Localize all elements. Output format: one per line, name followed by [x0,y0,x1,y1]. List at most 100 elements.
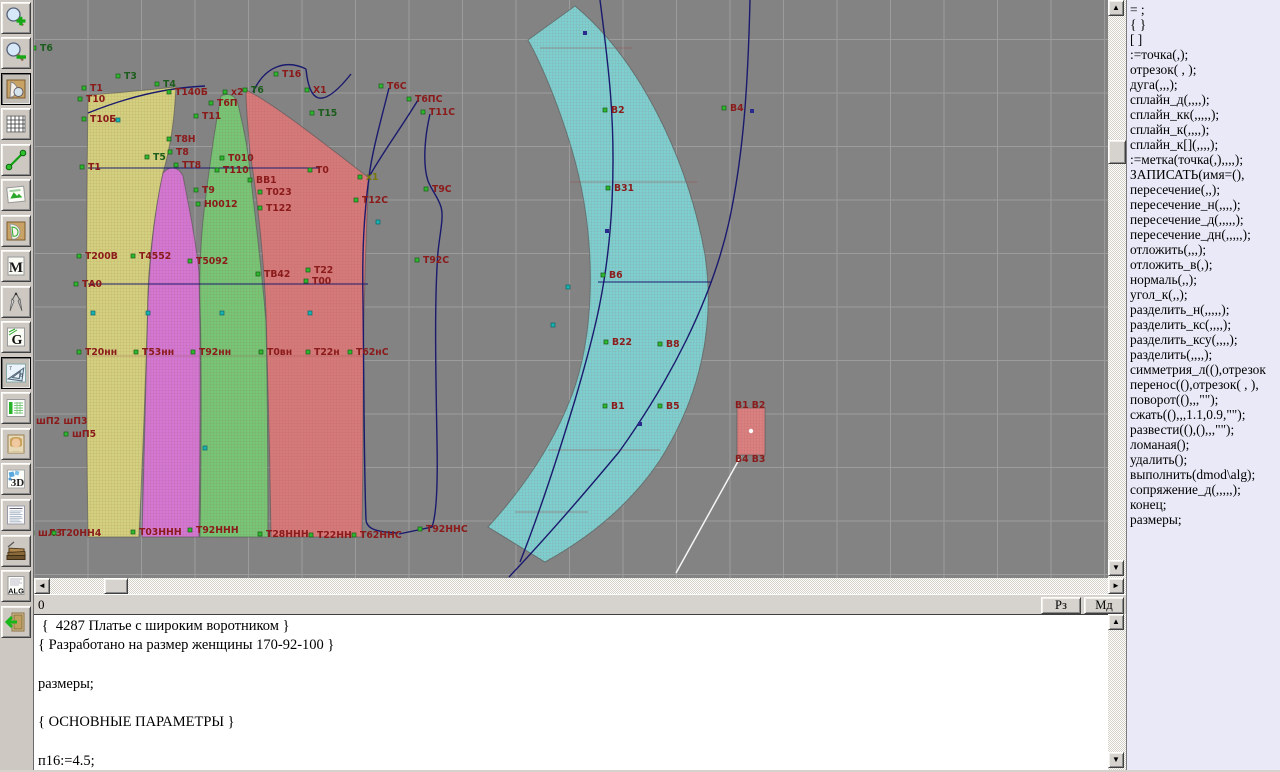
command-item[interactable]: пересечение_д(,,,,,); [1127,212,1280,227]
point-marker[interactable] [352,533,356,537]
command-item[interactable]: сплайн_д(,,,,); [1127,92,1280,107]
command-item[interactable]: дуга(,,,); [1127,77,1280,92]
point-marker[interactable] [258,532,262,536]
command-item[interactable]: разделить(,,,,); [1127,347,1280,362]
view-3d-button[interactable]: 3D [1,463,31,495]
point-marker[interactable] [258,206,262,210]
point-marker[interactable] [82,117,86,121]
point-marker[interactable] [308,168,312,172]
table-button[interactable] [1,392,31,424]
point-marker[interactable] [194,188,198,192]
compass-button[interactable] [1,286,31,318]
point-marker[interactable] [424,187,428,191]
point-marker[interactable] [604,340,608,344]
teal-point-marker[interactable] [566,285,570,289]
exit-button[interactable] [1,606,31,638]
point-marker[interactable] [74,282,78,286]
point-marker[interactable] [78,97,82,101]
console-vertical-scrollbar[interactable]: ▲ ▼ [1108,614,1126,770]
teal-point-marker[interactable] [551,323,555,327]
point-marker[interactable] [145,155,149,159]
point-marker[interactable] [418,527,422,531]
command-item[interactable]: угол_к(,,); [1127,287,1280,302]
md-button[interactable]: Мд [1084,597,1124,614]
command-item[interactable]: разделить_ксу(,,,,); [1127,332,1280,347]
point-marker[interactable] [77,350,81,354]
scroll-up-arrow[interactable]: ▲ [1108,0,1124,16]
command-item[interactable]: сплайн_к(,,,,); [1127,122,1280,137]
point-marker[interactable] [658,342,662,346]
library-button[interactable] [1,535,31,567]
command-item[interactable]: :=метка(точка(,),,,,); [1127,152,1280,167]
point-marker[interactable] [248,178,252,182]
command-item[interactable]: = ; [1127,2,1280,17]
point-marker[interactable] [348,350,352,354]
point-marker[interactable] [601,273,605,277]
vertical-scroll-thumb[interactable] [1108,140,1126,164]
point-marker[interactable] [306,268,310,272]
point-marker[interactable] [304,279,308,283]
command-item[interactable]: конец; [1127,497,1280,512]
point-marker[interactable] [194,114,198,118]
point-marker[interactable] [188,259,192,263]
model-photo-button[interactable] [1,428,31,460]
command-item[interactable]: сплайн_кк(,,,,,); [1127,107,1280,122]
point-marker[interactable] [34,46,36,50]
drawing-canvas[interactable]: Т6Т3Т1Т10Т10БТ4Т140Бх2Т6Т16Т6ПТ11Т8НТ8Т5… [34,0,1108,578]
point-marker[interactable] [174,163,178,167]
image-button[interactable] [1,179,31,211]
text-list-button[interactable] [1,499,31,531]
ruler-button[interactable]: 78 [1,357,31,389]
point-marker[interactable] [258,190,262,194]
point-marker[interactable] [168,150,172,154]
teal-point-marker[interactable] [308,311,312,315]
command-item[interactable]: нормаль(,,); [1127,272,1280,287]
point-marker[interactable] [305,88,309,92]
point-marker[interactable] [64,432,68,436]
command-item[interactable]: перенос((),отрезок( , ), [1127,377,1280,392]
command-item[interactable]: сопряжение_д(,,,,,); [1127,482,1280,497]
command-item[interactable]: размеры; [1127,512,1280,527]
point-marker[interactable] [358,175,362,179]
point-marker[interactable] [196,202,200,206]
command-item[interactable]: пересечение_н(,,,,); [1127,197,1280,212]
command-item[interactable]: отложить_в(,); [1127,257,1280,272]
point-marker[interactable] [421,110,425,114]
zoom-in-button[interactable] [1,2,31,34]
point-marker[interactable] [134,350,138,354]
command-item[interactable]: разделить_н(,,,,,); [1127,302,1280,317]
command-item[interactable]: ЗАПИСАТЬ(имя=(), [1127,167,1280,182]
point-marker[interactable] [220,156,224,160]
point-marker[interactable] [259,350,263,354]
canvas-horizontal-scrollbar[interactable]: ◄ ► [34,578,1126,594]
command-item[interactable]: поворот((),,,""); [1127,392,1280,407]
point-marker[interactable] [191,350,195,354]
grid-button[interactable] [1,108,31,140]
command-item[interactable]: [ ] [1127,32,1280,47]
console-scroll-down-arrow[interactable]: ▼ [1108,752,1124,768]
zoom-out-button[interactable] [1,37,31,69]
command-item[interactable]: сплайн_к[](,,,,); [1127,137,1280,152]
command-item[interactable]: отложить(,,,); [1127,242,1280,257]
command-item[interactable]: отрезок( , ); [1127,62,1280,77]
teal-point-marker[interactable] [146,311,150,315]
scroll-down-arrow[interactable]: ▼ [1108,560,1124,576]
point-marker[interactable] [80,165,84,169]
command-item[interactable]: пересечение(,,); [1127,182,1280,197]
point-marker[interactable] [306,350,310,354]
point-marker[interactable] [722,106,726,110]
point-marker[interactable] [354,198,358,202]
measure-button[interactable] [1,144,31,176]
point-marker[interactable] [116,74,120,78]
point-marker[interactable] [407,97,411,101]
command-item[interactable]: симметрия_л((),отрезок [1127,362,1280,377]
scroll-right-arrow[interactable]: ► [1108,578,1124,594]
point-marker[interactable] [309,533,313,537]
algorithm-button[interactable]: ALG [1,570,31,602]
command-item[interactable]: :=точка(,); [1127,47,1280,62]
graph-g-button[interactable]: G [1,321,31,353]
command-item[interactable]: сжать((),,,1.1,0.9,""); [1127,407,1280,422]
teal-point-marker[interactable] [116,118,120,122]
point-marker[interactable] [77,254,81,258]
point-marker[interactable] [658,404,662,408]
